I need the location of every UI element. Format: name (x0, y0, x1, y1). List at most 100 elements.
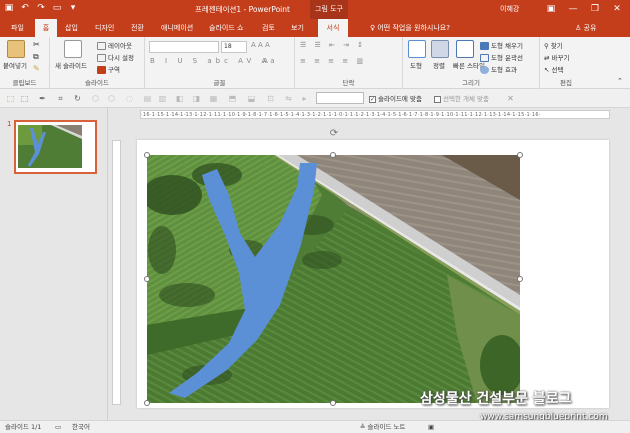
ungroup-icon[interactable]: ⬡ (107, 94, 116, 103)
layout-button[interactable]: 레이아웃 (97, 40, 132, 50)
tab-animations[interactable]: 애니메이션 (158, 19, 196, 37)
vertical-ruler (112, 140, 121, 405)
aerial-field-picture[interactable] (147, 155, 520, 403)
font-size-combo[interactable]: 18 (221, 41, 247, 53)
new-slide-icon[interactable] (64, 40, 82, 58)
eyedropper-icon[interactable]: ✒ (38, 94, 47, 103)
notes-button[interactable]: ≜ 슬라이드 노트 (360, 421, 405, 433)
font-style-icons[interactable]: B I U S abc AV Aa (150, 57, 279, 65)
bring-forward-icon[interactable]: ◨ (192, 94, 201, 103)
resize-handle-top-right[interactable] (517, 152, 523, 158)
find-button[interactable]: ⚲ 찾기 (544, 40, 563, 50)
align-icon[interactable]: ▤ (143, 94, 152, 103)
tab-review[interactable]: 검토 (259, 19, 278, 37)
arrange-button[interactable]: 정렬 (433, 60, 445, 70)
reset-button[interactable]: 다시 설정 (97, 52, 134, 62)
normal-view-icon[interactable]: ▣ (428, 421, 434, 433)
close-toolbar-icon[interactable]: ✕ (506, 94, 515, 103)
size-icon[interactable]: ⬒ (228, 94, 237, 103)
tab-home[interactable]: 홈 (35, 19, 57, 37)
restore-button[interactable]: ❐ (584, 0, 606, 19)
checkbox-checked-icon: ✓ (369, 95, 376, 103)
paragraph-group: ☰ ☰ ⇤ ⇥ ↕ ≡ ≡ ≡ ≡ ▥ 단락 (295, 37, 403, 89)
shape-effects-button[interactable]: 도형 효과 (480, 64, 517, 74)
slide-thumbnail-pane: 1 (0, 108, 108, 420)
more-icon[interactable]: ▸ (300, 94, 309, 103)
new-slide-button[interactable]: 새 슬라이드 (55, 60, 87, 70)
font-name-combo[interactable] (149, 41, 219, 53)
tell-me-search[interactable]: ♀ 어떤 작업을 원하시나요? (370, 19, 450, 37)
group-icon[interactable]: ⬡ (91, 94, 100, 103)
shape-select-icon[interactable]: ⬚ (6, 94, 15, 103)
tab-file[interactable]: 파일 (8, 19, 27, 37)
resize-handle-left[interactable] (144, 276, 150, 282)
select-button[interactable]: ↖ 선택 (544, 64, 563, 74)
copy-icon[interactable]: ⧉ (33, 52, 39, 62)
quick-access-toolbar: ▣ ↶ ↷ ▭ ▾ (4, 3, 78, 13)
lock-icon[interactable]: ⊡ (266, 94, 275, 103)
start-slideshow-icon[interactable]: ▭ (52, 3, 62, 13)
resize-handle-bottom-left[interactable] (144, 400, 150, 406)
list-icons[interactable]: ☰ ☰ ⇤ ⇥ ↕ (300, 41, 366, 49)
editing-group: ⚲ 찾기 ⇄ 바꾸기 ↖ 선택 편집 (540, 37, 592, 89)
resize-handle-right[interactable] (517, 276, 523, 282)
paste-icon[interactable] (7, 40, 25, 58)
paste-button[interactable]: 붙여넣기 (3, 60, 27, 70)
shape-edit-icon[interactable]: ⬚ (20, 94, 29, 103)
resize-handle-top[interactable] (330, 152, 336, 158)
customize-qat-icon[interactable]: ▾ (68, 3, 78, 13)
tab-transitions[interactable]: 전환 (128, 19, 147, 37)
close-button[interactable]: ✕ (606, 0, 628, 19)
quick-styles-icon[interactable] (456, 40, 474, 58)
blog-watermark: 삼성물산 건설부문 블로그 (420, 391, 572, 407)
format-toolbar: ⬚ ⬚ ✒ ⌗ ↻ ⬡ ⬡ ◌ ▤ ▥ ◧ ◨ ▦ ⬒ ⬓ ⊡ ⇋ ▸ ✓ 슬라이… (0, 89, 630, 108)
rotate-icon[interactable]: ↻ (73, 94, 82, 103)
shapes-button[interactable]: 도형 (410, 60, 422, 70)
flip-icon[interactable]: ⇋ (284, 94, 293, 103)
collapse-ribbon-icon[interactable]: ⌃ (617, 77, 623, 85)
merge-shapes-icon[interactable]: ◌ (125, 94, 134, 103)
grow-shrink-font-icons[interactable]: A A A (251, 41, 270, 49)
zoom-combo[interactable] (316, 92, 364, 104)
rotate-handle-icon[interactable]: ⟳ (329, 129, 339, 139)
tab-insert[interactable]: 삽입 (62, 19, 81, 37)
tab-slideshow[interactable]: 슬라이드 쇼 (206, 19, 246, 37)
width-icon[interactable]: ⬓ (247, 94, 256, 103)
font-color-icon[interactable]: A (263, 57, 268, 65)
tab-format[interactable]: 서식 (318, 19, 348, 37)
redo-icon[interactable]: ↷ (36, 3, 46, 13)
crop-icon[interactable]: ⌗ (56, 94, 65, 103)
tab-view[interactable]: 보기 (288, 19, 307, 37)
resize-handle-top-left[interactable] (144, 152, 150, 158)
replace-button[interactable]: ⇄ 바꾸기 (544, 52, 569, 62)
ribbon-display-icon[interactable]: ▣ (540, 0, 562, 19)
user-name[interactable]: 이혜강 (500, 4, 519, 14)
fit-to-slide-label: 슬라이드에 맞춤 (378, 95, 422, 103)
cursor-icon: ↖ (544, 66, 552, 74)
minimize-button[interactable]: — (562, 0, 584, 19)
distribute-icon[interactable]: ▥ (158, 94, 167, 103)
language-indicator[interactable]: 한국어 (72, 421, 90, 433)
slide-thumbnail[interactable] (14, 120, 97, 174)
fit-to-slide-checkbox[interactable]: ✓ 슬라이드에 맞춤 (369, 93, 422, 103)
send-back-icon[interactable]: ◧ (175, 94, 184, 103)
fit-selected-checkbox[interactable]: 선택한 개체 맞춤 (434, 93, 489, 103)
share-button[interactable]: ♙ 공유 (575, 19, 596, 37)
shape-fill-button[interactable]: 도형 채우기 (480, 40, 523, 50)
section-button[interactable]: 구역 (97, 64, 120, 74)
save-icon[interactable]: ▣ (4, 3, 14, 13)
spellcheck-icon[interactable]: ▭ (55, 421, 61, 433)
resize-handle-bottom[interactable] (330, 400, 336, 406)
layout-label: 레이아웃 (108, 42, 132, 50)
clipboard-group: 붙여넣기 ✂ ⧉ ✎ 클립보드 (0, 37, 50, 89)
cut-icon[interactable]: ✂ (33, 40, 40, 49)
shapes-icon[interactable] (408, 40, 426, 58)
arrange-icon[interactable] (431, 40, 449, 58)
align-icons[interactable]: ≡ ≡ ≡ ≡ ▥ (300, 57, 366, 65)
tab-design[interactable]: 디자인 (92, 19, 117, 37)
undo-icon[interactable]: ↶ (20, 3, 30, 13)
shape-outline-button[interactable]: 도형 윤곽선 (480, 52, 523, 62)
selection-pane-icon[interactable]: ▦ (209, 94, 218, 103)
fit-selected-label: 선택한 개체 맞춤 (443, 95, 489, 103)
format-painter-icon[interactable]: ✎ (33, 64, 40, 73)
